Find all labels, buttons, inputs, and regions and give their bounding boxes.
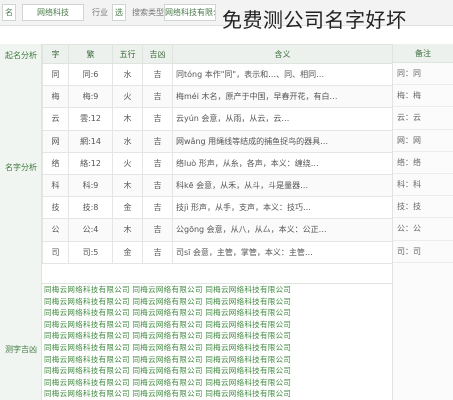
cell-char: 云 [42,107,69,131]
cell-luck: 吉 [142,240,173,264]
left-label-column: 起名分析 名字分析 测字吉凶 [0,44,42,400]
note-cell: 云：云 [393,107,453,130]
company-name-repeat-area: 同梅云网络科技有限公司 同梅云网络有限公司 同梅云网络科技有限公司 同梅云网络科… [42,283,392,400]
cell-char: 科 [42,173,69,198]
cell-trad: 網:14 [68,129,113,153]
note-cell: 司：司 [393,241,453,263]
cell-char: 技 [42,196,69,220]
watermark-line: 同梅云网络科技有限公司 同梅云网络有限公司 同梅云网络科技有限公司 [44,342,292,352]
cell-meaning: 络luò 形声，从糸，各声，本义：缠绕… [172,151,393,175]
table-row: 公 公:4 木 吉 公gōng 会意，从八，从厶，本义：公正… [42,218,393,242]
cell-meaning: 云yún 会意，从雨，从云，云… [172,107,393,131]
cell-element: 木 [112,173,143,198]
cell-element: 木 [112,107,143,131]
table-row: 网 網:14 水 吉 网wǎng 用绳线等结成的捕鱼捉鸟的器具… [42,129,393,153]
table-row: 技 技:8 金 吉 技jì 形声，从手，支声，本义：技巧… [42,196,393,220]
cell-element: 火 [112,151,143,175]
header-char: 字 [42,44,69,64]
watermark-line: 同梅云网络科技有限公司 同梅云网络有限公司 同梅云网络科技有限公司 [44,308,292,318]
cell-trad: 梅:9 [68,85,113,109]
watermark-line: 同梅云网络科技有限公司 同梅云网络有限公司 同梅云网络科技有限公司 [44,331,292,341]
cell-element: 木 [112,218,143,242]
watermark-line: 同梅云网络科技有限公司 同梅云网络有限公司 同梅云网络科技有限公司 [44,319,292,329]
note-cell: 梅：梅 [393,85,453,108]
cell-char: 络 [42,151,69,175]
cell-luck: 吉 [142,85,173,109]
note-header: 备注 [393,44,453,63]
table-row: 司 司:5 金 吉 司sī 会意，主管，掌管，本义：主管… [42,240,393,264]
cell-luck: 吉 [142,151,173,175]
character-analysis-table: 字 繁 五行 吉凶 含义 同 同:6 水 吉 同tóng 本作"同"，表示和…、… [42,44,393,264]
cell-meaning: 网wǎng 用绳线等结成的捕鱼捉鸟的器具… [172,129,393,153]
side-label-fortune: 测字吉凶 [5,345,37,354]
toolbar-item-name[interactable]: 名 [2,4,16,21]
note-cell: 同：同 [393,63,453,86]
cell-trad: 絡:12 [68,151,113,175]
header-element: 五行 [112,44,143,64]
note-cell: 技：技 [393,196,453,219]
watermark-line: 同梅云网络科技有限公司 同梅云网络有限公司 同梅云网络科技有限公司 [44,377,292,387]
cell-char: 梅 [42,85,69,109]
company-name-field[interactable]: 网络科技 [22,4,84,21]
cell-meaning: 技jì 形声，从手，支声，本义：技巧… [172,196,393,220]
full-name-field[interactable]: 网络科技有限公司 [164,4,216,21]
cell-luck: 吉 [142,196,173,220]
cell-element: 金 [112,240,143,264]
industry-label: 行业 [92,8,108,17]
cell-luck: 吉 [142,62,173,87]
watermark-line: 同梅云网络科技有限公司 同梅云网络有限公司 同梅云网络科技有限公司 [44,285,292,294]
note-cell: 络：络 [393,152,453,174]
header-trad: 繁 [68,44,113,64]
cell-trad: 雲:12 [68,107,113,131]
cell-trad: 技:8 [68,196,113,220]
cell-meaning: 科kē 会意，从禾，从斗，斗是量器… [172,173,393,198]
cell-char: 司 [42,240,69,264]
cell-element: 水 [112,62,143,87]
cell-char: 公 [42,218,69,242]
table-header-row: 字 繁 五行 吉凶 含义 [42,44,393,64]
cell-trad: 同:6 [68,62,113,87]
table-row: 科 科:9 木 吉 科kē 会意，从禾，从斗，斗是量器… [42,173,393,198]
cell-trad: 公:4 [68,218,113,242]
cell-luck: 吉 [142,218,173,242]
cell-char: 网 [42,129,69,153]
table-row: 络 絡:12 火 吉 络luò 形声，从糸，各声，本义：缠绕… [42,151,393,175]
cell-element: 金 [112,196,143,220]
table-row: 同 同:6 水 吉 同tóng 本作"同"，表示和…、同、相同… [42,62,393,87]
watermark-line: 同梅云网络科技有限公司 同梅云网络有限公司 同梅云网络科技有限公司 [44,366,292,376]
cell-luck: 吉 [142,107,173,131]
cell-meaning: 同tóng 本作"同"，表示和…、同、相同… [172,62,393,87]
industry-select[interactable]: 选 [112,4,126,21]
watermark-line: 同梅云网络科技有限公司 同梅云网络有限公司 同梅云网络科技有限公司 [44,389,292,399]
overlay-title: 免费测公司名字好坏 [222,8,407,32]
cell-luck: 吉 [142,173,173,198]
note-cell: 科：科 [393,174,453,197]
watermark-line: 同梅云网络科技有限公司 同梅云网络有限公司 同梅云网络科技有限公司 [44,296,292,306]
cell-meaning: 公gōng 会意，从八，从厶，本义：公正… [172,218,393,242]
cell-meaning: 司sī 会意，主管，掌管，本义：主管… [172,240,393,264]
header-luck: 吉凶 [142,44,173,64]
right-note-column: 备注 同：同 梅：梅 云：云 网：网 络：络 科：科 技：技 公：公 司：司 [392,44,453,400]
watermark-line: 同梅云网络科技有限公司 同梅云网络有限公司 同梅云网络科技有限公司 [44,354,292,364]
cell-luck: 吉 [142,129,173,153]
header-meaning: 含义 [172,44,393,64]
cell-meaning: 梅méi 木名，原产于中国，早春开花，有白… [172,85,393,109]
table-row: 梅 梅:9 火 吉 梅méi 木名，原产于中国，早春开花，有白… [42,85,393,109]
note-cell: 公：公 [393,218,453,241]
cell-trad: 司:5 [68,240,113,264]
cell-element: 水 [112,129,143,153]
cell-trad: 科:9 [68,173,113,198]
note-cell: 网：网 [393,130,453,152]
search-type-label: 搜索类型 [132,8,164,17]
cell-element: 火 [112,85,143,109]
cell-char: 同 [42,62,69,87]
side-label-naming: 起名分析 [5,51,37,60]
table-row: 云 雲:12 木 吉 云yún 会意，从雨，从云，云… [42,107,393,131]
side-label-analysis: 名字分析 [5,163,37,172]
